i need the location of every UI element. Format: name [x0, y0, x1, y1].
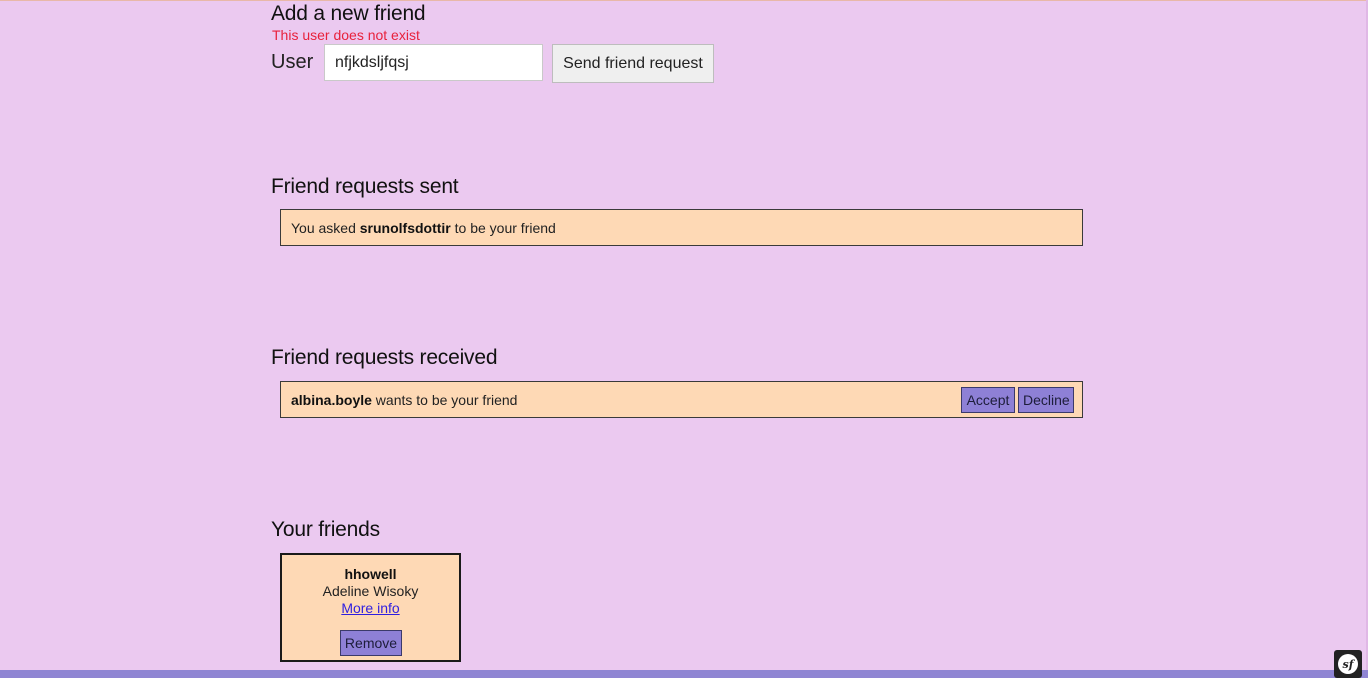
requests-sent-title: Friend requests sent: [271, 175, 459, 198]
received-request-suffix: wants to be your friend: [371, 392, 518, 408]
error-message: This user does not exist: [272, 27, 420, 43]
decline-button[interactable]: Decline: [1018, 387, 1074, 413]
received-request-text: albina.boyle wants to be your friend: [291, 392, 517, 408]
user-label: User: [271, 51, 314, 73]
friend-full-name: Adeline Wisoky: [322, 583, 419, 599]
friend-username: hhowell: [344, 566, 397, 582]
sent-request-text: You asked srunolfsdottir to be your frie…: [291, 220, 556, 236]
sent-request-suffix: to be your friend: [450, 220, 556, 236]
symfony-toolbar-button[interactable]: sf: [1334, 650, 1362, 678]
top-divider: [0, 0, 1368, 1]
sent-request-username: srunolfsdottir: [359, 220, 451, 236]
sent-request-item: You asked srunolfsdottir to be your frie…: [280, 209, 1083, 246]
user-input[interactable]: [324, 44, 543, 81]
sent-request-prefix: You asked: [291, 220, 360, 236]
received-request-username: albina.boyle: [291, 392, 372, 408]
requests-received-title: Friend requests received: [271, 346, 498, 369]
friends-title: Your friends: [271, 518, 380, 541]
more-info-link[interactable]: More info: [282, 600, 459, 616]
received-request-item: albina.boyle wants to be your friend Acc…: [280, 381, 1083, 418]
page: Add a new friend This user does not exis…: [0, 0, 1368, 678]
remove-friend-button[interactable]: Remove: [340, 630, 402, 656]
accept-button[interactable]: Accept: [961, 387, 1015, 413]
add-friend-title: Add a new friend: [271, 2, 426, 25]
friend-card: hhowell Adeline Wisoky More info Remove: [280, 553, 461, 662]
footer-bar: [0, 670, 1368, 678]
send-friend-request-button[interactable]: Send friend request: [552, 44, 714, 83]
